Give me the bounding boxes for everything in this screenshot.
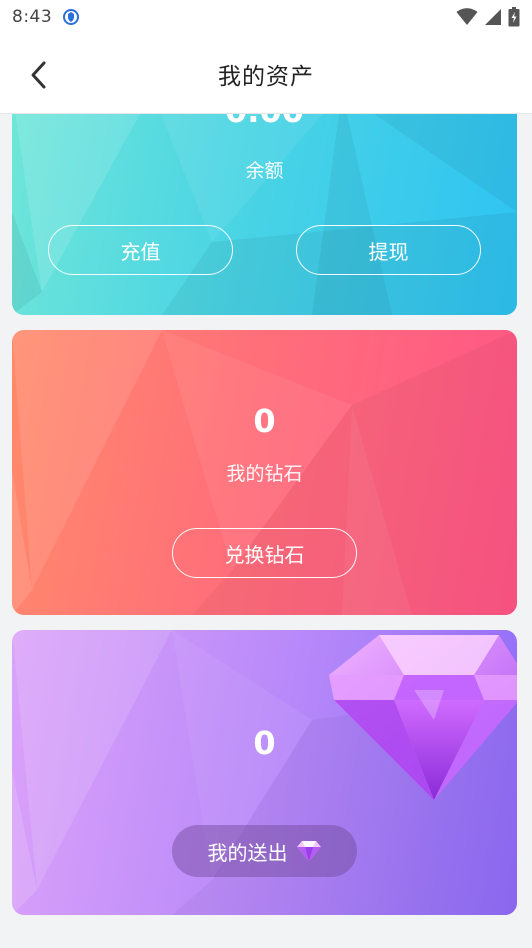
diamond-label: 我的钻石 bbox=[226, 463, 303, 485]
app-header: 我的资产 bbox=[0, 34, 532, 114]
diamond-card: 0 我的钻石 兑换钻石 bbox=[12, 330, 517, 615]
diamond-amount: 0 bbox=[253, 402, 276, 440]
balance-label: 余额 bbox=[245, 160, 284, 182]
shield-icon bbox=[63, 9, 80, 25]
gem-illustration bbox=[329, 635, 517, 800]
withdraw-button[interactable]: 提现 bbox=[296, 225, 481, 275]
wifi-icon bbox=[456, 8, 478, 25]
battery-icon bbox=[508, 7, 520, 27]
signal-icon bbox=[485, 9, 501, 25]
diamond-icon bbox=[296, 841, 321, 861]
my-sent-label: 我的送出 bbox=[207, 840, 288, 865]
sent-card: 0 我的送出 bbox=[12, 630, 517, 915]
balance-card: 0.00 余额 充值 提现 bbox=[12, 92, 517, 315]
exchange-diamond-button[interactable]: 兑换钻石 bbox=[172, 528, 357, 578]
recharge-button[interactable]: 充值 bbox=[48, 225, 233, 275]
status-icons bbox=[456, 7, 520, 27]
sent-amount: 0 bbox=[253, 724, 276, 762]
page-title: 我的资产 bbox=[218, 63, 314, 90]
status-time: 8:43 bbox=[12, 7, 53, 27]
back-button[interactable] bbox=[22, 58, 56, 92]
screen: 8:43 我的资产 余额 充值 提现 0 我的钻石 兑换钻石 0 我的送出 bbox=[0, 0, 532, 948]
status-bar: 8:43 bbox=[0, 0, 532, 34]
chevron-left-icon bbox=[31, 61, 46, 89]
my-sent-button[interactable]: 我的送出 bbox=[172, 825, 357, 877]
